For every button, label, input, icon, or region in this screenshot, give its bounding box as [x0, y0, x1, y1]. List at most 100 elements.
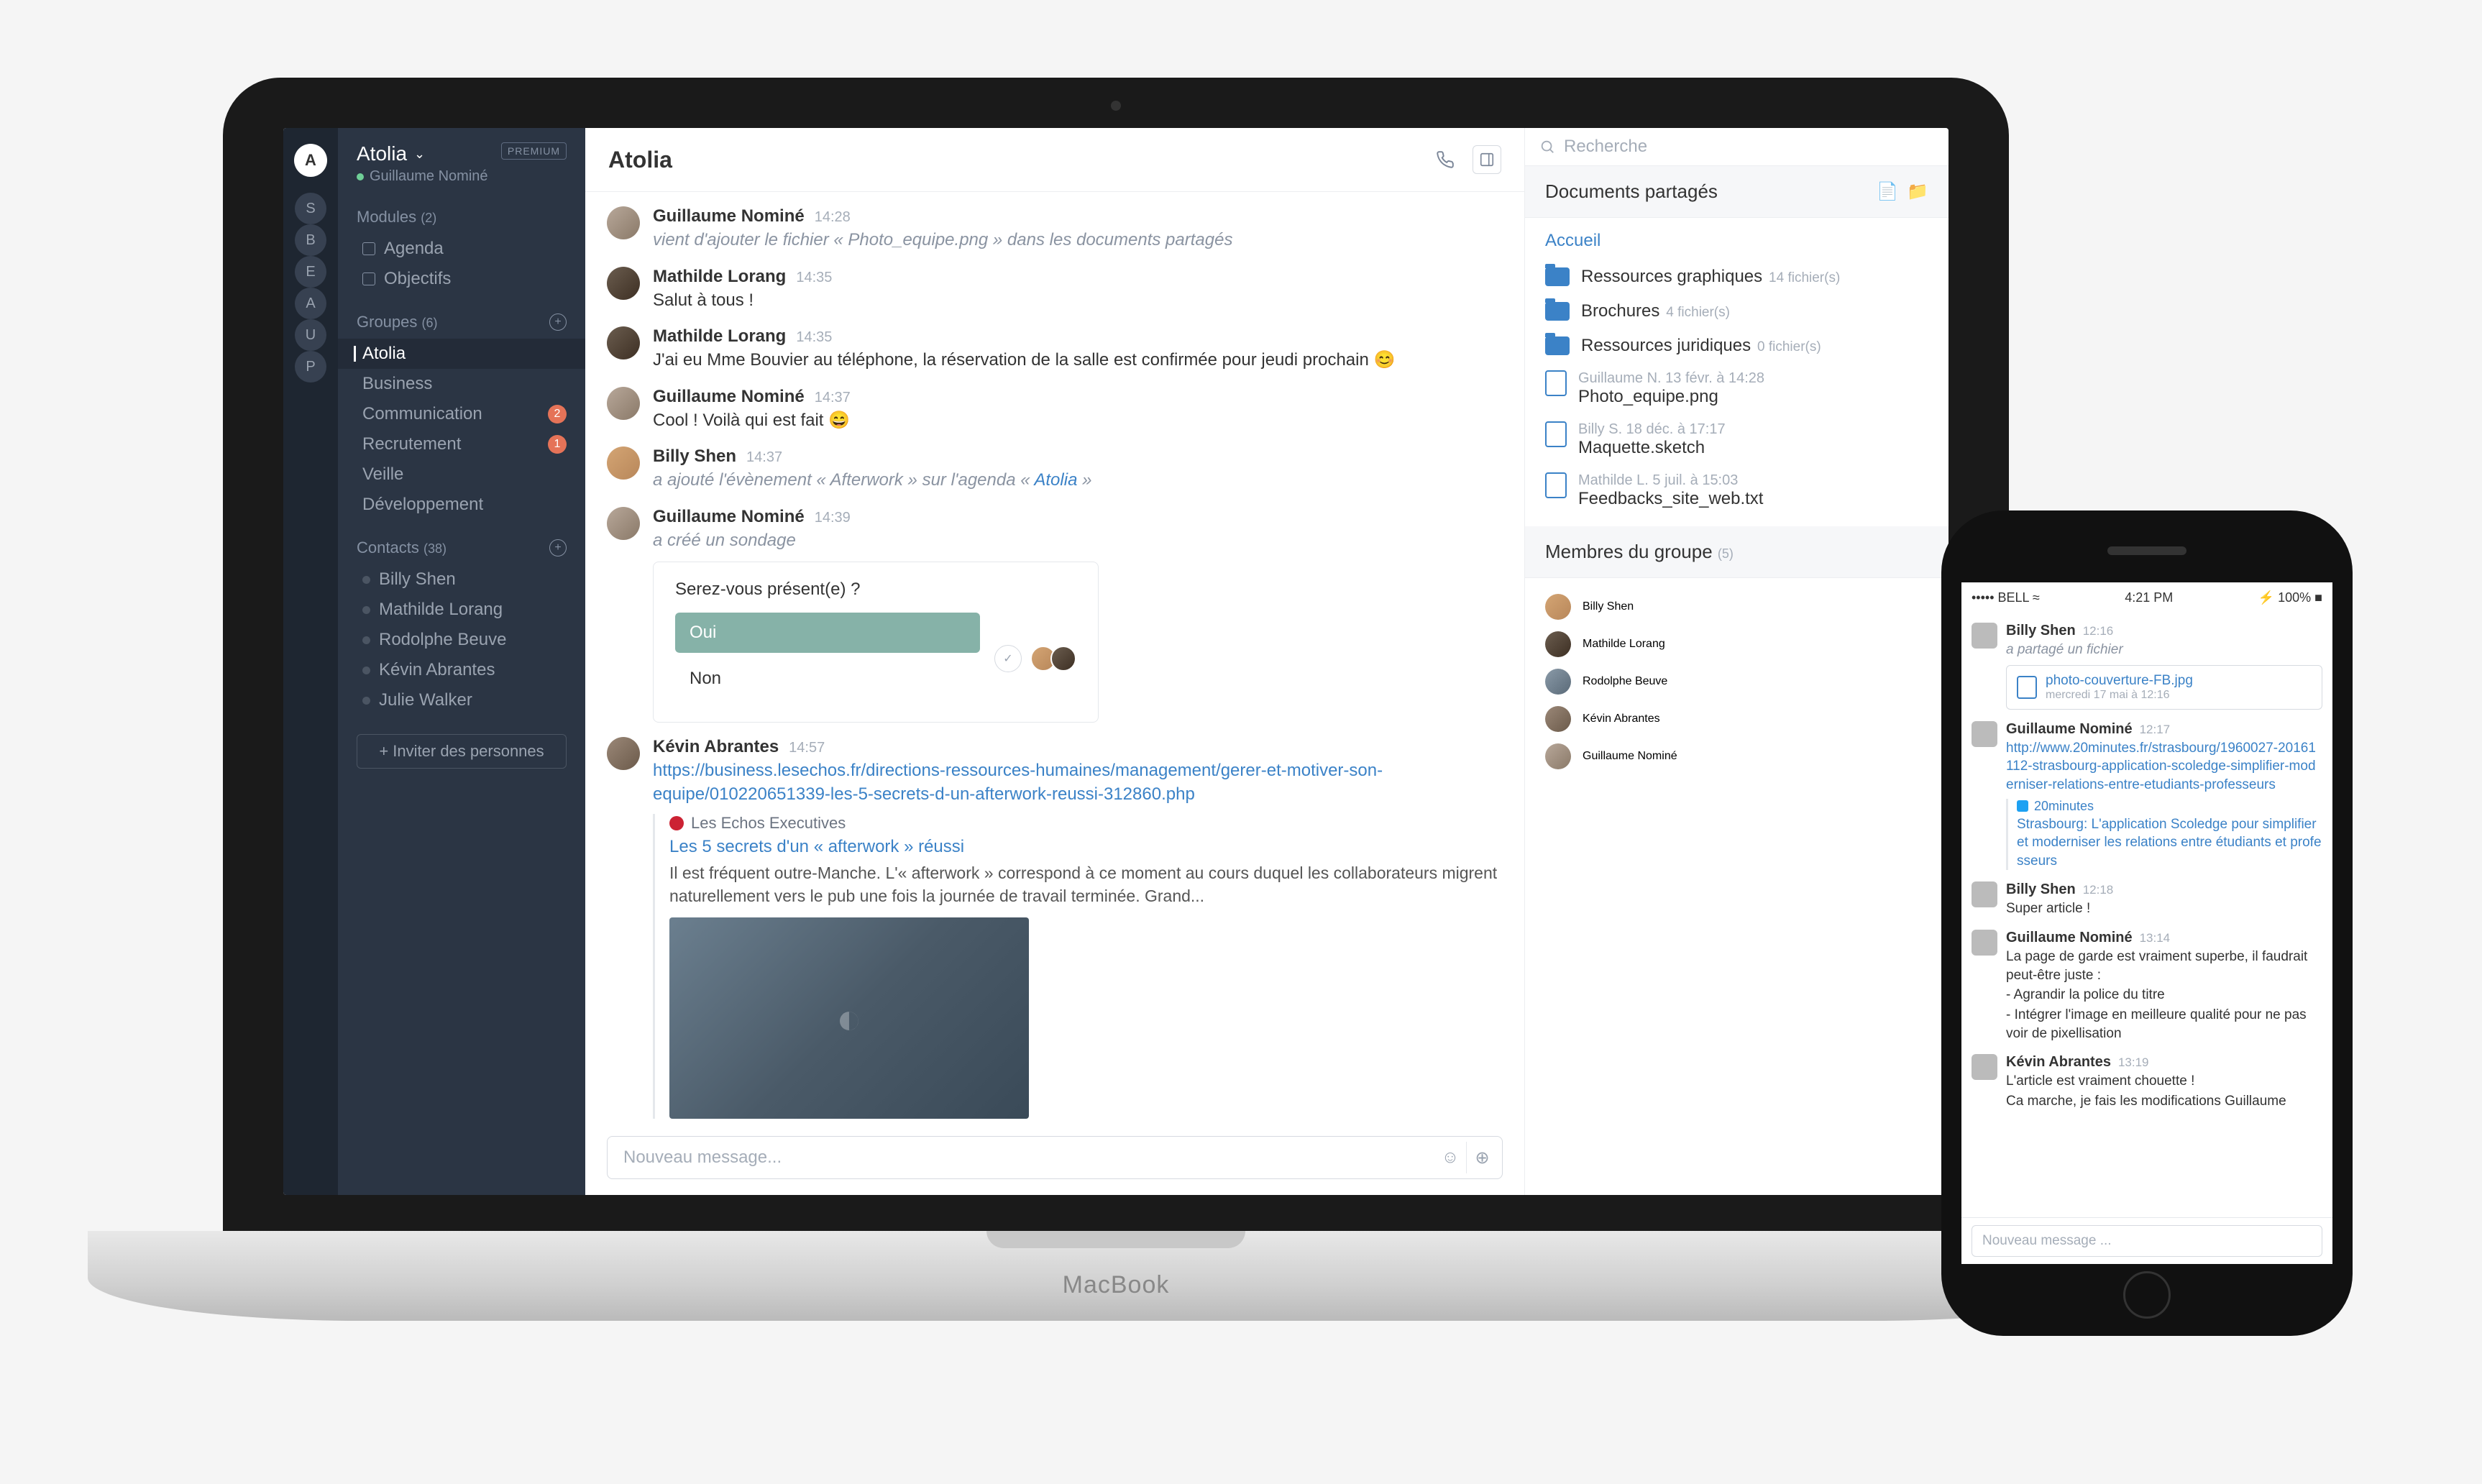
workspace-name[interactable]: Atolia ⌄ [357, 142, 425, 165]
composer-input[interactable] [623, 1148, 1434, 1168]
sidebar-group-item[interactable]: Communication2 [338, 399, 585, 429]
member-item[interactable]: Mathilde Lorang [1545, 626, 1928, 663]
workspace-rail-item[interactable]: A [295, 288, 326, 319]
member-item[interactable]: Kévin Abrantes [1545, 700, 1928, 738]
message-link[interactable]: https://business.lesechos.fr/directions-… [653, 761, 1383, 805]
contact-status-icon [362, 576, 370, 584]
member-item[interactable]: Billy Shen [1545, 588, 1928, 626]
panel-toggle-icon[interactable] [1473, 145, 1501, 174]
sidebar-contact-item[interactable]: Mathilde Lorang [338, 595, 585, 625]
phone-msg-time: 13:14 [2140, 931, 2171, 945]
workspace-rail-item[interactable]: P [295, 351, 326, 383]
message-time: 14:37 [815, 390, 851, 406]
sidebar-module-item[interactable]: Agenda [338, 234, 585, 264]
invite-button[interactable]: + Inviter des personnes [357, 734, 567, 769]
file-item[interactable]: Mathilde L. 5 juil. à 15:03Feedbacks_sit… [1545, 465, 1928, 516]
phone-message: Billy Shen12:18Super article ! [1972, 876, 2322, 924]
poll-option[interactable]: Non [675, 659, 980, 699]
link-desc: Il est fréquent outre-Manche. L'« afterw… [669, 861, 1503, 907]
unread-badge: 2 [548, 405, 567, 423]
workspace-rail-item[interactable]: S [295, 193, 326, 224]
sidebar-contact-item[interactable]: Billy Shen [338, 564, 585, 595]
sidebar-group-item[interactable]: Veille [338, 459, 585, 490]
workspace-avatar-main[interactable]: A [294, 144, 327, 177]
link-title: Les 5 secrets d'un « afterwork » réussi [669, 837, 1503, 857]
phone-message: Guillaume Nominé12:17http://www.20minute… [1972, 715, 2322, 876]
sidebar-contact-item[interactable]: Julie Walker [338, 685, 585, 715]
search-input[interactable]: Recherche [1539, 137, 1934, 157]
call-icon[interactable] [1431, 145, 1460, 174]
message: Guillaume Nominé14:28vient d'ajouter le … [607, 199, 1503, 260]
workspace-user: Guillaume Nominé [357, 168, 488, 185]
phone-link[interactable]: http://www.20minutes.fr/strasbourg/19600… [2006, 741, 2316, 792]
poll-option[interactable]: Oui [675, 613, 980, 653]
sidebar-module-item[interactable]: Objectifs [338, 264, 585, 294]
phone-msg-time: 12:16 [2083, 624, 2114, 638]
folder-item[interactable]: Ressources juridiques 0 fichier(s) [1545, 329, 1928, 363]
attach-plus-icon[interactable]: ⊕ [1466, 1142, 1498, 1173]
link-preview[interactable]: Les Echos Executives Les 5 secrets d'un «… [653, 814, 1503, 1119]
phone-message: Billy Shen12:16a partagé un fichierphoto… [1972, 617, 2322, 715]
module-icon [362, 272, 375, 285]
phone-status-bar: ••••• BELL ≈ 4:21 PM ⚡ 100% ■ [1961, 582, 2332, 613]
avatar [1545, 631, 1571, 657]
message-text: Cool ! Voilà qui est fait 😄 [653, 408, 1503, 433]
member-item[interactable]: Guillaume Nominé [1545, 738, 1928, 775]
sidebar-group-item[interactable]: Business [338, 369, 585, 399]
file-item[interactable]: Billy S. 18 déc. à 17:17Maquette.sketch [1545, 414, 1928, 465]
phone-attachment[interactable]: photo-couverture-FB.jpgmercredi 17 mai à… [2006, 665, 2322, 710]
member-item[interactable]: Rodolphe Beuve [1545, 663, 1928, 700]
laptop-bezel: A SBEAUP Atolia ⌄ Guillaume Nominé [223, 78, 2009, 1231]
avatar [1545, 706, 1571, 732]
file-icon [1545, 370, 1567, 396]
message-time: 14:35 [796, 270, 832, 286]
message-time: 14:37 [746, 449, 782, 466]
phone-msg-time: 13:19 [2118, 1055, 2149, 1070]
message-text: J'ai eu Mme Bouvier au téléphone, la rés… [653, 348, 1503, 372]
sidebar-contact-item[interactable]: Rodolphe Beuve [338, 625, 585, 655]
workspace-rail-item[interactable]: E [295, 256, 326, 288]
file-icon [1545, 472, 1567, 498]
phone-msg-author: Billy Shen [2006, 623, 2076, 639]
phone-composer-input[interactable]: Nouveau message ... [1972, 1225, 2322, 1257]
avatar [607, 387, 640, 420]
message-author: Guillaume Nominé [653, 387, 805, 407]
chat-title: Atolia [608, 147, 672, 173]
message-text: Salut à tous ! [653, 288, 1503, 313]
message: Mathilde Lorang14:35Salut à tous ! [607, 260, 1503, 320]
folder-item[interactable]: Ressources graphiques 14 fichier(s) [1545, 260, 1928, 294]
message-text: a créé un sondage [653, 528, 1503, 553]
sidebar-header: Atolia ⌄ Guillaume Nominé PREMIUM [338, 128, 585, 195]
poll-submit-icon[interactable]: ✓ [994, 645, 1022, 672]
messages-list[interactable]: Guillaume Nominé14:28vient d'ajouter le … [585, 192, 1524, 1126]
sidebar-group-item[interactable]: Développement [338, 490, 585, 520]
phone-home-button[interactable] [2123, 1271, 2171, 1319]
add-file-icon[interactable]: 📄 [1877, 181, 1898, 202]
message: Billy Shen14:37a ajouté l'évènement « Af… [607, 439, 1503, 500]
poll-voters [1036, 646, 1076, 672]
message-author: Guillaume Nominé [653, 507, 805, 527]
file-item[interactable]: Guillaume N. 13 févr. à 14:28Photo_equip… [1545, 363, 1928, 414]
sidebar: Atolia ⌄ Guillaume Nominé PREMIUM Module… [338, 128, 585, 1195]
status-online-icon [357, 173, 364, 180]
add-contact-icon[interactable]: + [549, 539, 567, 556]
sidebar-group-item[interactable]: Atolia [338, 339, 585, 369]
sidebar-group-item[interactable]: Recrutement1 [338, 429, 585, 459]
link-source: Les Echos Executives [669, 814, 1503, 833]
premium-badge: PREMIUM [501, 142, 567, 160]
app-window: A SBEAUP Atolia ⌄ Guillaume Nominé [283, 128, 1948, 1195]
folder-icon [1545, 336, 1570, 355]
add-folder-icon[interactable]: 📁 [1907, 181, 1928, 202]
message-link[interactable]: Atolia [1034, 470, 1077, 490]
chevron-down-icon: ⌄ [414, 147, 425, 162]
emoji-icon[interactable]: ☺ [1434, 1142, 1466, 1173]
phone-messages[interactable]: Billy Shen12:16a partagé un fichierphoto… [1961, 613, 2332, 1217]
documents-home-link[interactable]: Accueil [1545, 228, 1928, 260]
workspace-rail-item[interactable]: U [295, 319, 326, 351]
add-group-icon[interactable]: + [549, 313, 567, 331]
workspace-rail-item[interactable]: B [295, 224, 326, 256]
phone-link-preview[interactable]: 20minutesStrasbourg: L'application Scole… [2006, 799, 2322, 871]
avatar [1972, 721, 1997, 747]
folder-item[interactable]: Brochures 4 fichier(s) [1545, 294, 1928, 329]
sidebar-contact-item[interactable]: Kévin Abrantes [338, 655, 585, 685]
